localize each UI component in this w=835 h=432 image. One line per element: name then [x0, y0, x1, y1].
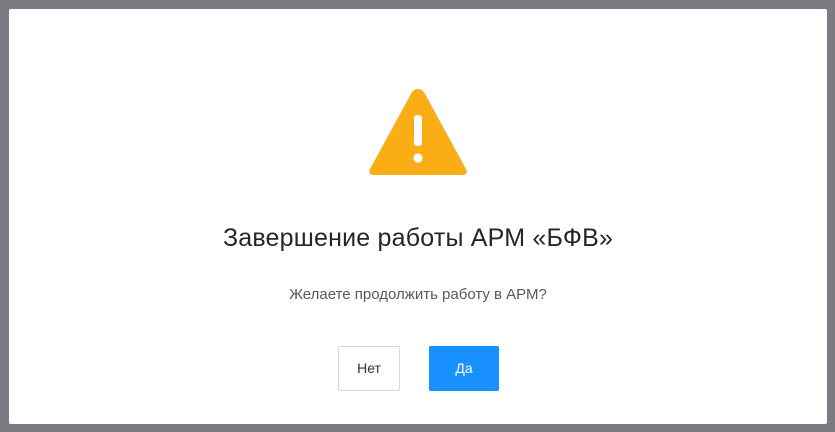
warning-triangle-icon	[369, 89, 467, 175]
dialog-message: Желаете продолжить работу в АРМ?	[289, 286, 547, 303]
confirm-dialog: Завершение работы АРМ «БФВ» Желаете прод…	[9, 9, 827, 424]
yes-button[interactable]: Да	[429, 346, 499, 391]
dialog-title: Завершение работы АРМ «БФВ»	[222, 224, 614, 252]
no-button[interactable]: Нет	[338, 346, 400, 391]
